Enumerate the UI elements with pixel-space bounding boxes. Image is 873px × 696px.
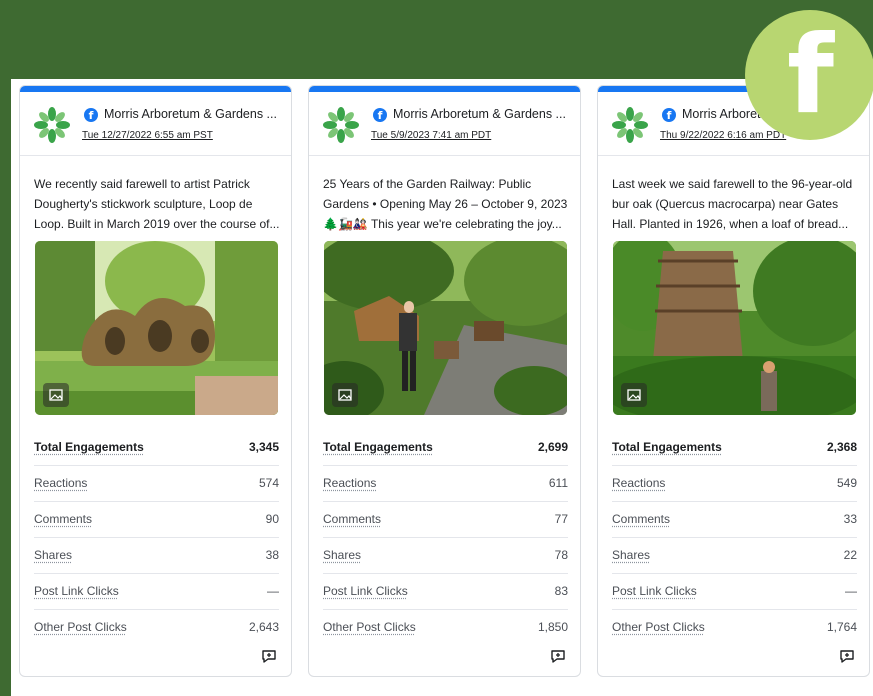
page-name[interactable]: Morris Arboretum & Gardens ... (393, 107, 573, 121)
image-icon (332, 383, 358, 407)
metric-value: — (267, 584, 279, 598)
posts-panel: f Morris Arboretum & Gardens ... Tue 12/… (11, 79, 873, 696)
metric-value: 1,850 (537, 620, 568, 634)
metrics-table: Total Engagements 2,699 Reactions 611 Co… (323, 430, 568, 645)
arboretum-logo (323, 107, 359, 143)
metric-label[interactable]: Post Link Clicks (34, 574, 119, 609)
facebook-logo-icon: f (745, 10, 873, 140)
metric-reactions: Reactions 574 (34, 466, 279, 502)
post-date-link[interactable]: Tue 12/27/2022 6:55 am PST (82, 130, 213, 141)
post-header: f Morris Arboretum & Gardens ... Tue 5/9… (309, 92, 580, 156)
metric-label[interactable]: Comments (612, 502, 670, 537)
metric-value: 2,368 (826, 440, 857, 454)
post-date-link[interactable]: Tue 5/9/2023 7:41 am PDT (371, 130, 491, 141)
comment-icon[interactable] (550, 648, 566, 664)
metric-post-link-clicks: Post Link Clicks — (34, 574, 279, 610)
metric-label[interactable]: Other Post Clicks (323, 610, 416, 645)
metric-shares: Shares 22 (612, 538, 857, 574)
metric-value: 549 (836, 476, 857, 490)
metric-label[interactable]: Total Engagements (612, 430, 722, 465)
facebook-logo-letter: f (787, 13, 834, 138)
metric-value: 83 (554, 584, 568, 598)
photo-bur-oak (613, 241, 856, 415)
metric-value: 574 (258, 476, 279, 490)
metric-value: 2,643 (248, 620, 279, 634)
metric-comments: Comments 77 (323, 502, 568, 538)
metric-label[interactable]: Other Post Clicks (34, 610, 127, 645)
metric-label[interactable]: Post Link Clicks (612, 574, 697, 609)
metric-comments: Comments 33 (612, 502, 857, 538)
metric-label[interactable]: Shares (34, 538, 72, 573)
metric-total-engagements: Total Engagements 2,699 (323, 430, 568, 466)
post-photo[interactable] (324, 241, 567, 415)
metric-value: — (845, 584, 857, 598)
metric-label[interactable]: Total Engagements (34, 430, 144, 465)
post-card[interactable]: f Morris Arboretum & Gardens ... Thu 9/2… (597, 85, 870, 677)
metric-shares: Shares 38 (34, 538, 279, 574)
post-photo[interactable] (35, 241, 278, 415)
arboretum-logo (612, 107, 648, 143)
metric-label[interactable]: Reactions (323, 466, 376, 501)
metrics-table: Total Engagements 3,345 Reactions 574 Co… (34, 430, 279, 645)
metric-label[interactable]: Shares (323, 538, 361, 573)
metric-label[interactable]: Total Engagements (323, 430, 433, 465)
page-name[interactable]: Morris Arboretum & Gardens ... (104, 107, 284, 121)
image-icon (621, 383, 647, 407)
metric-value: 2,699 (537, 440, 568, 454)
post-text: We recently said farewell to artist Patr… (34, 177, 280, 231)
metric-value: 33 (843, 512, 857, 526)
post-photo[interactable] (613, 241, 856, 415)
post-card[interactable]: f Morris Arboretum & Gardens ... Tue 5/9… (308, 85, 581, 677)
metric-reactions: Reactions 549 (612, 466, 857, 502)
post-text: 25 Years of the Garden Railway: Public G… (323, 177, 568, 231)
comment-icon[interactable] (839, 648, 855, 664)
metric-total-engagements: Total Engagements 2,368 (612, 430, 857, 466)
facebook-icon: f (373, 108, 387, 122)
metric-shares: Shares 78 (323, 538, 568, 574)
comment-icon[interactable] (261, 648, 277, 664)
metric-label[interactable]: Other Post Clicks (612, 610, 705, 645)
metric-value: 3,345 (248, 440, 279, 454)
metric-post-link-clicks: Post Link Clicks — (612, 574, 857, 610)
metric-other-post-clicks: Other Post Clicks 2,643 (34, 610, 279, 645)
facebook-icon: f (662, 108, 676, 122)
post-card[interactable]: f Morris Arboretum & Gardens ... Tue 12/… (19, 85, 292, 677)
metric-comments: Comments 90 (34, 502, 279, 538)
post-text: Last week we said farewell to the 96-yea… (612, 177, 853, 231)
image-icon (43, 383, 69, 407)
photo-sculpture (35, 241, 278, 415)
metric-other-post-clicks: Other Post Clicks 1,764 (612, 610, 857, 645)
metric-value: 90 (265, 512, 279, 526)
metric-label[interactable]: Shares (612, 538, 650, 573)
metric-value: 22 (843, 548, 857, 562)
metric-value: 77 (554, 512, 568, 526)
metric-value: 1,764 (826, 620, 857, 634)
metric-label[interactable]: Comments (34, 502, 92, 537)
post-header: f Morris Arboretum & Gardens ... Tue 12/… (20, 92, 291, 156)
metric-label[interactable]: Post Link Clicks (323, 574, 408, 609)
facebook-icon: f (84, 108, 98, 122)
arboretum-logo (34, 107, 70, 143)
metric-label[interactable]: Comments (323, 502, 381, 537)
metric-label[interactable]: Reactions (612, 466, 665, 501)
metric-value: 78 (554, 548, 568, 562)
photo-garden-railway (324, 241, 567, 415)
metric-other-post-clicks: Other Post Clicks 1,850 (323, 610, 568, 645)
metric-post-link-clicks: Post Link Clicks 83 (323, 574, 568, 610)
metrics-table: Total Engagements 2,368 Reactions 549 Co… (612, 430, 857, 645)
metric-total-engagements: Total Engagements 3,345 (34, 430, 279, 466)
metric-label[interactable]: Reactions (34, 466, 87, 501)
metric-value: 611 (548, 476, 568, 490)
metric-value: 38 (265, 548, 279, 562)
metric-reactions: Reactions 611 (323, 466, 568, 502)
post-date-link[interactable]: Thu 9/22/2022 6:16 am PDT (660, 130, 786, 141)
